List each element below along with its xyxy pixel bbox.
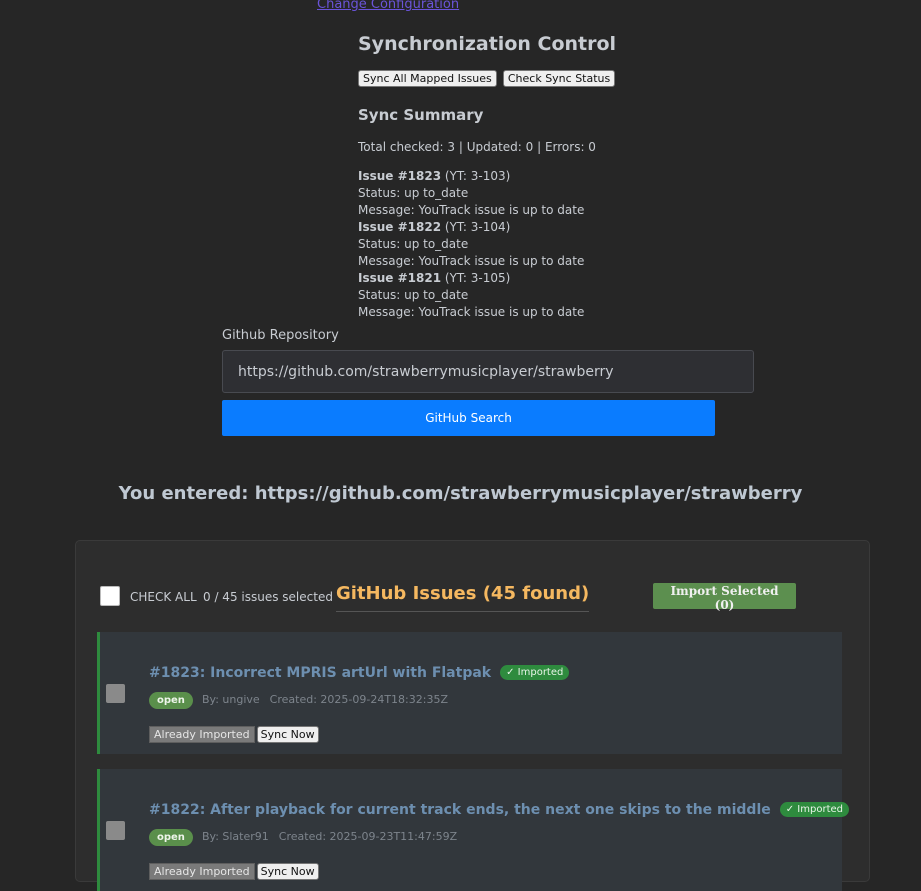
state-badge: open: [149, 692, 193, 709]
issue-card: #1822: After playback for current track …: [97, 769, 849, 891]
state-badge: open: [149, 829, 193, 846]
sync-summary-total: Total checked: 3 | Updated: 0 | Errors: …: [358, 140, 596, 154]
already-imported-label: Already Imported: [149, 726, 255, 743]
sync-result-issue: Issue #1822: [358, 220, 442, 234]
sync-result-item: Issue #1823 (YT: 3-103) Status: up to_da…: [358, 168, 678, 219]
sync-result-message: Message: YouTrack issue is up to date: [358, 203, 585, 217]
sync-summary-title: Sync Summary: [358, 106, 484, 124]
issue-checkbox[interactable]: [106, 684, 125, 703]
issue-actions: Already Imported Sync Now: [149, 723, 319, 743]
sync-buttons: Sync All Mapped Issues Check Sync Status: [358, 67, 678, 87]
sync-result-status: Status: up to_date: [358, 237, 469, 251]
check-sync-status-button[interactable]: Check Sync Status: [502, 70, 616, 87]
sync-result-yt: (YT: 3-105): [444, 271, 511, 285]
issue-created: Created: 2025-09-24T18:32:35Z: [269, 693, 448, 706]
sync-result-item: Issue #1821 (YT: 3-105) Status: up to_da…: [358, 270, 678, 321]
check-all-label[interactable]: CHECK ALL: [130, 590, 197, 604]
issue-checkbox[interactable]: [106, 821, 125, 840]
entered-repository-heading: You entered: https://github.com/strawber…: [118, 483, 803, 504]
sync-now-button[interactable]: Sync Now: [256, 726, 319, 743]
issue-card: #1823: Incorrect MPRIS artUrl with Flatp…: [97, 632, 842, 754]
sync-now-button[interactable]: Sync Now: [256, 863, 319, 880]
sync-result-yt: (YT: 3-103): [444, 169, 511, 183]
issue-title-link[interactable]: #1822: After playback for current track …: [149, 802, 849, 818]
issue-meta: open By: ungive Created: 2025-09-24T18:32:…: [149, 692, 448, 709]
sync-result-message: Message: YouTrack issue is up to date: [358, 254, 585, 268]
sync-control-section: Synchronization Control Sync All Mapped …: [358, 33, 678, 321]
selected-count: 0 / 45 issues selected: [203, 590, 333, 604]
issue-title-text[interactable]: #1823: Incorrect MPRIS artUrl with Flatp…: [149, 665, 491, 681]
imported-badge: ✓ Imported: [500, 665, 570, 680]
sync-all-button[interactable]: Sync All Mapped Issues: [358, 70, 497, 87]
repository-label: Github Repository: [222, 328, 339, 343]
already-imported-label: Already Imported: [149, 863, 255, 880]
repository-url-input[interactable]: [222, 350, 754, 393]
issue-title-text[interactable]: #1822: After playback for current track …: [149, 802, 771, 818]
github-search-button[interactable]: GitHub Search: [222, 400, 715, 436]
issue-created: Created: 2025-09-23T11:47:59Z: [278, 830, 458, 843]
issue-author: By: ungive: [201, 693, 260, 706]
issue-author: By: Slater91: [201, 830, 269, 843]
issues-panel: CHECK ALL 0 / 45 issues selected GitHub …: [75, 540, 870, 891]
sync-result-item: Issue #1822 (YT: 3-104) Status: up to_da…: [358, 219, 678, 270]
sync-result-status: Status: up to_date: [358, 186, 469, 200]
check-all-checkbox[interactable]: [100, 586, 120, 606]
repository-section: Github Repository GitHub Search: [222, 328, 754, 436]
issue-meta: open By: Slater91 Created: 2025-09-23T11:4…: [149, 829, 457, 846]
sync-result-yt: (YT: 3-104): [444, 220, 511, 234]
sync-result-issue: Issue #1821: [358, 271, 442, 285]
change-configuration-link[interactable]: Change Configuration: [317, 0, 459, 12]
sync-control-title: Synchronization Control: [358, 33, 617, 55]
issues-title: GitHub Issues (45 found): [336, 583, 590, 612]
sync-result-message: Message: YouTrack issue is up to date: [358, 305, 585, 319]
issue-title-link[interactable]: #1823: Incorrect MPRIS artUrl with Flatp…: [149, 665, 570, 681]
sync-result-issue: Issue #1823: [358, 169, 442, 183]
imported-badge: ✓ Imported: [779, 802, 849, 817]
sync-result-status: Status: up to_date: [358, 288, 469, 302]
issue-actions: Already Imported Sync Now: [149, 860, 319, 880]
import-selected-button[interactable]: Import Selected (0): [653, 583, 796, 612]
issues-panel-header: CHECK ALL 0 / 45 issues selected GitHub …: [100, 583, 845, 617]
